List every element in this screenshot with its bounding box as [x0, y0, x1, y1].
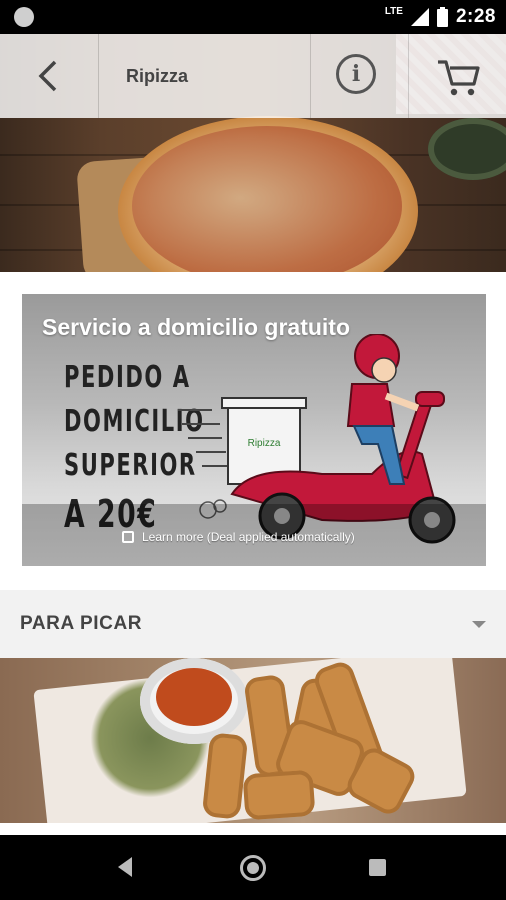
system-nav-bar	[0, 835, 506, 900]
learn-more-label: Learn more (Deal applied automatically)	[142, 530, 355, 544]
status-bar: LTE 2:28	[0, 0, 506, 34]
caret-down-icon	[472, 621, 486, 628]
app-bar: Ripizza i	[0, 34, 506, 118]
category-header[interactable]: PARA PICAR	[0, 590, 506, 658]
promo-section: Servicio a domicilio gratuito PEDIDO A D…	[0, 272, 506, 590]
nav-home-icon[interactable]	[240, 855, 266, 881]
cart-icon	[438, 60, 480, 96]
notification-dot-icon	[14, 7, 34, 27]
info-button[interactable]: i	[336, 54, 376, 94]
learn-more-link[interactable]: Learn more (Deal applied automatically)	[122, 530, 355, 544]
nav-back-icon[interactable]	[118, 857, 132, 877]
nav-recents-icon[interactable]	[369, 859, 386, 876]
back-button[interactable]	[20, 50, 76, 102]
promo-banner[interactable]: Servicio a domicilio gratuito PEDIDO A D…	[22, 294, 486, 566]
battery-icon	[436, 7, 448, 27]
divider	[98, 34, 99, 118]
olive-bowl	[428, 118, 506, 180]
list-spacer	[0, 823, 506, 835]
sauce	[156, 668, 232, 726]
page-title: Ripizza	[126, 66, 189, 86]
deal-icon	[122, 531, 134, 543]
pizza-toppings	[132, 126, 402, 272]
chevron-left-icon	[38, 60, 57, 92]
network-type: LTE	[384, 5, 403, 17]
box-logo: Ripizza	[248, 438, 281, 449]
clock: 2:28	[455, 6, 496, 27]
chicken-nugget	[242, 769, 316, 821]
cart-button[interactable]	[434, 52, 482, 100]
category-image	[0, 658, 506, 823]
divider	[408, 34, 409, 118]
info-icon: i	[351, 61, 361, 87]
status-icons: LTE 2:28	[385, 0, 496, 34]
category-label: PARA PICAR	[20, 613, 143, 634]
signal-icon	[410, 8, 429, 26]
divider	[310, 34, 311, 118]
